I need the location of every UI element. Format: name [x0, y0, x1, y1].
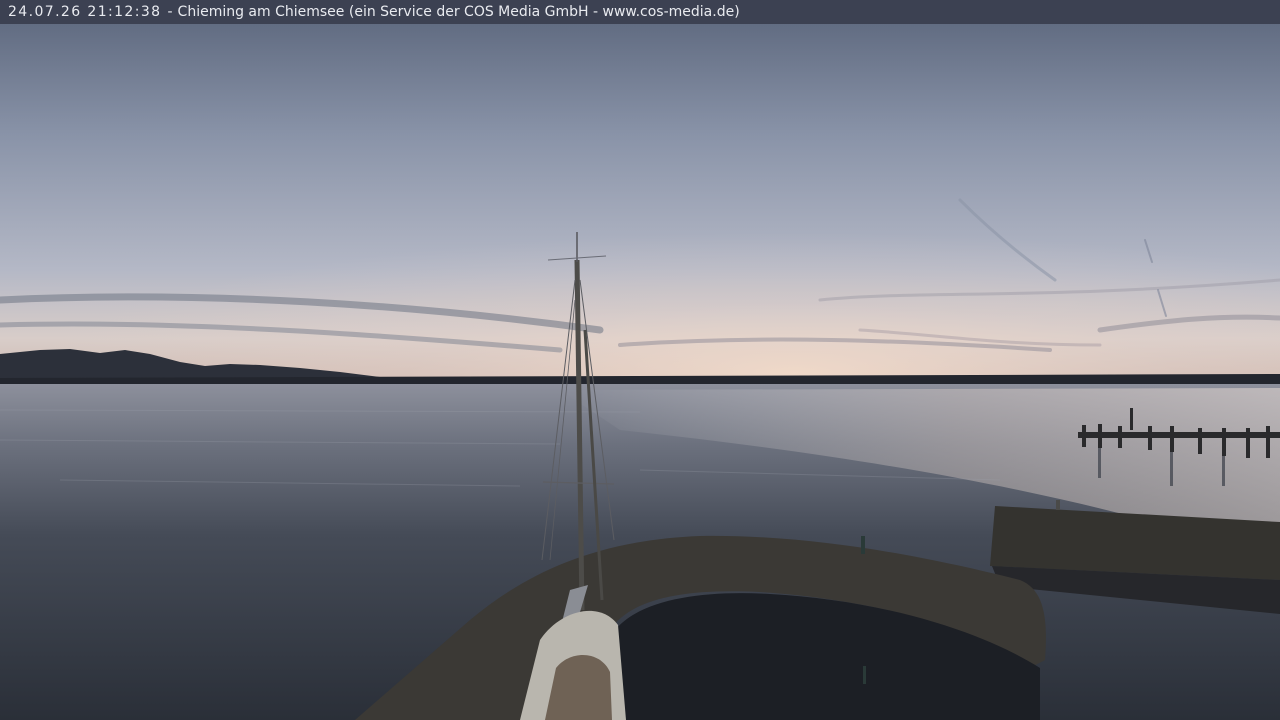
- webcam-image: [0, 0, 1280, 720]
- webcam-caption-bar: 24.07.26 21:12:38 - Chieming am Chiemsee…: [0, 0, 1280, 24]
- harbour-light-post: [861, 536, 865, 554]
- webcam-frame: 24.07.26 21:12:38 - Chieming am Chiemsee…: [0, 0, 1280, 720]
- caption-separator: -: [167, 4, 173, 20]
- location-caption: Chieming am Chiemsee (ein Service der CO…: [177, 4, 740, 20]
- timestamp: 24.07.26 21:12:38: [8, 4, 162, 20]
- sunset-glow: [0, 150, 1280, 385]
- harbour-light-reflection: [863, 666, 866, 684]
- breakwater-lamp: [1056, 500, 1060, 510]
